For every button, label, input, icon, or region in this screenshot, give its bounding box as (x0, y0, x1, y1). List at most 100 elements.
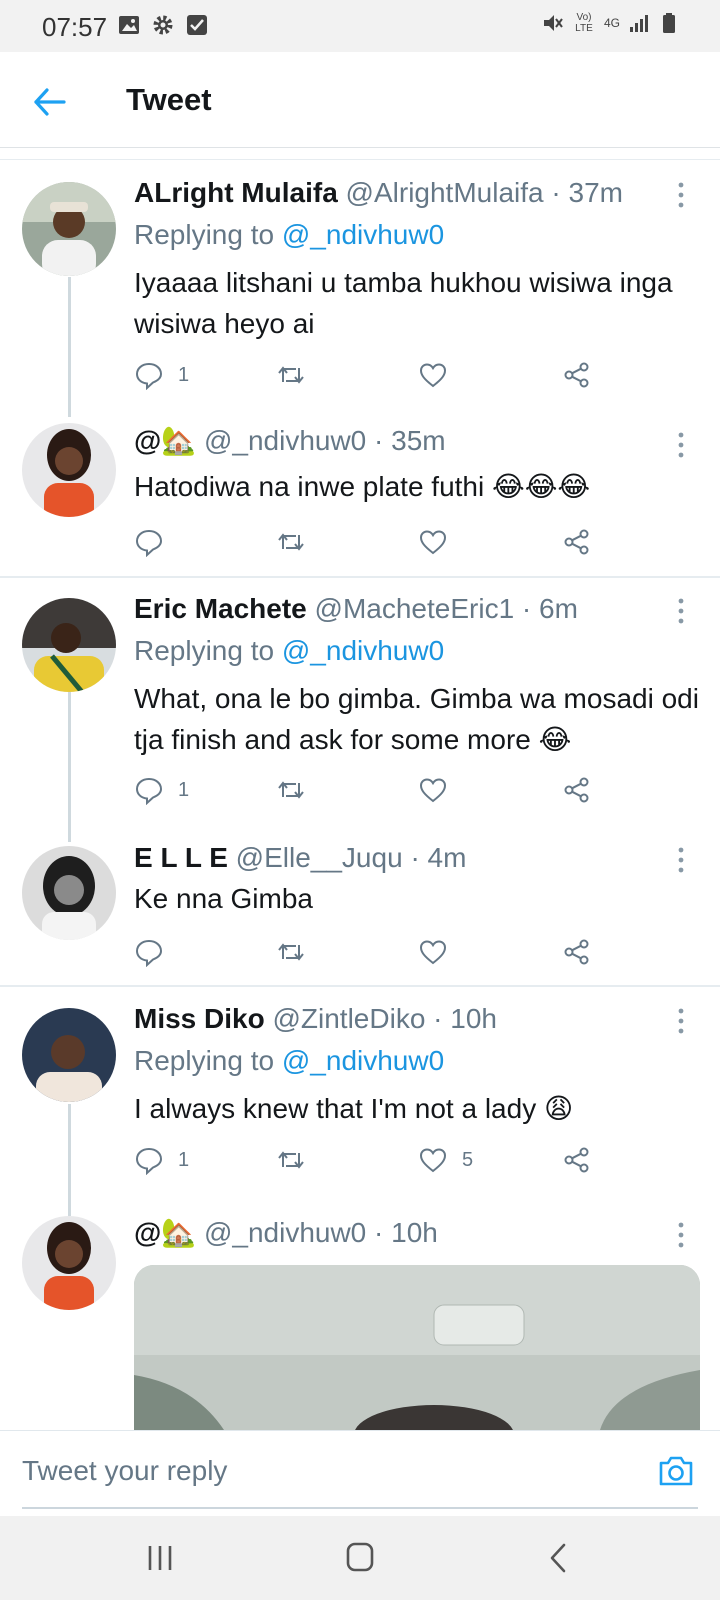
author-name[interactable]: @🏡 (134, 1217, 196, 1248)
heart-icon (419, 530, 447, 555)
timestamp: · 4m (410, 842, 467, 873)
more-options-icon[interactable] (672, 1006, 690, 1036)
share-button[interactable] (562, 355, 592, 395)
replying-to: Replying to @_ndivhuw0 (134, 219, 445, 250)
avatar[interactable] (22, 182, 116, 276)
avatar[interactable] (22, 423, 116, 517)
top-app-bar: Tweet (0, 52, 720, 148)
replying-to: Replying to @_ndivhuw0 (134, 635, 445, 666)
reply-count: 1 (178, 363, 190, 386)
image-icon (119, 16, 139, 34)
car-interior-photo (134, 1265, 700, 1430)
tweet-actions (134, 932, 614, 972)
divider (0, 985, 720, 987)
signal-icon (630, 15, 648, 32)
like-button[interactable] (418, 932, 462, 972)
reply-icon (135, 939, 163, 967)
reply-composer (0, 1430, 720, 1516)
like-button[interactable]: 5 (418, 1140, 473, 1180)
avatar[interactable] (22, 1008, 116, 1102)
reply-button[interactable]: 1 (134, 1140, 189, 1180)
retweet-button[interactable] (276, 770, 306, 810)
more-options-icon[interactable] (672, 596, 690, 626)
status-time: 07:57 (42, 12, 108, 42)
reply-icon (135, 1147, 163, 1175)
reply-button[interactable]: 1 (134, 355, 189, 395)
timestamp: · 10h (374, 1217, 438, 1248)
heart-icon (419, 778, 447, 803)
divider (0, 576, 720, 578)
share-button[interactable] (562, 932, 592, 972)
avatar[interactable] (22, 598, 116, 692)
replying-to: Replying to @_ndivhuw0 (134, 1045, 445, 1076)
reply-count: 1 (178, 778, 190, 801)
volte-icon: Vo) LTE (575, 12, 593, 34)
reply-count: 1 (178, 1148, 190, 1171)
status-bar: 07:57 Vo) LTE 4G (0, 0, 720, 52)
share-button[interactable] (562, 1140, 592, 1180)
retweet-button[interactable] (276, 932, 306, 972)
author-name[interactable]: ALright Mulaifa (134, 177, 338, 208)
tweet-media-image[interactable] (134, 1265, 700, 1430)
share-icon (564, 529, 589, 555)
retweet-icon (278, 533, 304, 551)
retweet-button[interactable] (276, 1140, 306, 1180)
back-icon[interactable] (540, 1540, 580, 1576)
home-icon[interactable] (340, 1540, 380, 1576)
tweet-actions (134, 522, 614, 562)
like-button[interactable] (418, 355, 462, 395)
reply-icon (135, 362, 163, 390)
more-options-icon[interactable] (672, 180, 690, 210)
check-icon (187, 15, 207, 35)
avatar[interactable] (22, 846, 116, 940)
more-options-icon[interactable] (672, 845, 690, 875)
4g-icon: 4G (603, 16, 620, 30)
camera-icon[interactable] (656, 1451, 696, 1491)
author-handle[interactable]: @_ndivhuw0 (204, 1217, 366, 1248)
retweet-button[interactable] (276, 522, 306, 562)
tweet-text: What, ona le bo gimba. Gimba wa mosadi o… (134, 683, 699, 755)
thread-line (68, 277, 71, 417)
author-handle[interactable]: @Elle__Juqu (236, 842, 403, 873)
mention-link[interactable]: @_ndivhuw0 (282, 635, 444, 666)
reply-input[interactable] (22, 1455, 582, 1487)
more-options-icon[interactable] (672, 1220, 690, 1250)
share-icon (564, 939, 589, 965)
retweet-button[interactable] (276, 355, 306, 395)
tweet-text: Hatodiwa na inwe plate futhi 😂😂😂 (134, 471, 591, 502)
timestamp: · 10h (433, 1003, 497, 1034)
tweet-text: Ke nna Gimba (134, 883, 313, 914)
share-button[interactable] (562, 770, 592, 810)
like-button[interactable] (418, 522, 462, 562)
tweet-actions: 1 (134, 355, 614, 395)
author-name[interactable]: @🏡 (134, 425, 196, 456)
mention-link[interactable]: @_ndivhuw0 (282, 219, 444, 250)
like-button[interactable] (418, 770, 462, 810)
author-name[interactable]: Eric Machete (134, 593, 307, 624)
more-options-icon[interactable] (672, 430, 690, 460)
heart-icon (419, 1148, 447, 1173)
reply-button[interactable] (134, 932, 178, 972)
author-name[interactable]: E L L E (134, 842, 228, 873)
back-arrow-icon[interactable] (30, 82, 70, 122)
reply-button[interactable] (134, 522, 178, 562)
mention-link[interactable]: @_ndivhuw0 (282, 1045, 444, 1076)
reply-button[interactable]: 1 (134, 770, 189, 810)
avatar[interactable] (22, 1216, 116, 1310)
tweet-actions: 1 (134, 770, 614, 810)
share-button[interactable] (562, 522, 592, 562)
thread-line (68, 692, 71, 842)
author-handle[interactable]: @_ndivhuw0 (204, 425, 366, 456)
author-handle[interactable]: @AlrightMulaifa (346, 177, 544, 208)
author-handle[interactable]: @ZintleDiko (272, 1003, 425, 1034)
author-name[interactable]: Miss Diko (134, 1003, 265, 1034)
input-underline (22, 1507, 698, 1509)
timestamp: · 6m (521, 593, 578, 624)
mute-icon (543, 15, 563, 31)
author-handle[interactable]: @MacheteEric1 (315, 593, 515, 624)
share-icon (564, 362, 589, 388)
retweet-icon (278, 943, 304, 961)
share-icon (564, 777, 589, 803)
recent-apps-icon[interactable] (140, 1540, 180, 1576)
retweet-icon (278, 366, 304, 384)
